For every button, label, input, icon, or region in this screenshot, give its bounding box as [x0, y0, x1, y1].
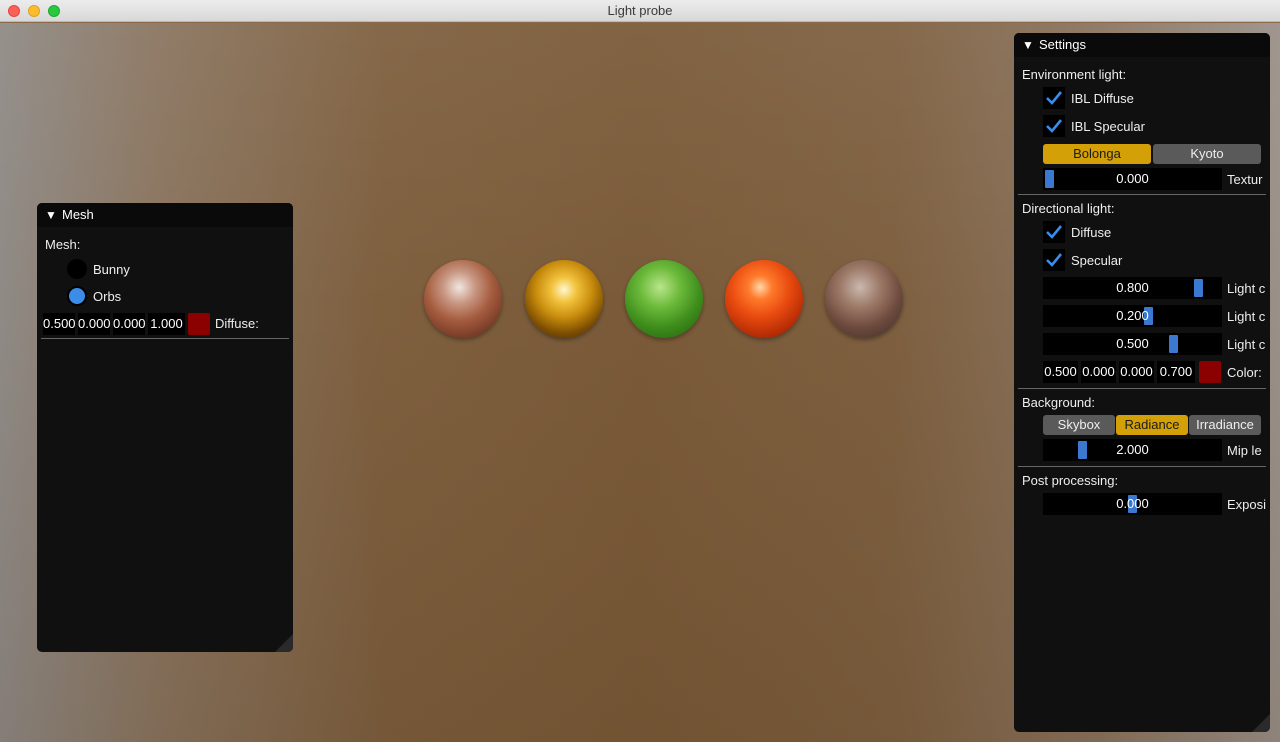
checkmark-icon: [1046, 91, 1063, 105]
orb-grass: [625, 260, 703, 338]
dir-diffuse-checkbox[interactable]: [1043, 221, 1065, 243]
radio-bunny[interactable]: [67, 259, 87, 279]
background-label: Background:: [1022, 395, 1095, 410]
light-slider-3[interactable]: 0.500: [1043, 333, 1222, 355]
app-window: Light probe ▼ Mesh Mesh: Bunny Orbs 0.50…: [0, 0, 1280, 742]
bg-radiance-button[interactable]: Radiance: [1116, 415, 1188, 435]
env-map-bolonga-button[interactable]: Bolonga: [1043, 144, 1151, 164]
ibl-specular-checkbox[interactable]: [1043, 115, 1065, 137]
directional-light-label: Directional light:: [1022, 201, 1115, 216]
radio-bunny-label: Bunny: [93, 262, 130, 277]
exposure-slider[interactable]: 0.000: [1043, 493, 1222, 515]
env-map-kyoto-button[interactable]: Kyoto: [1153, 144, 1261, 164]
diffuse-label: Diffuse:: [215, 316, 259, 331]
light-slider-3-label: Light c: [1227, 337, 1266, 352]
orb-bricks: [825, 260, 903, 338]
diffuse-a-field[interactable]: 1.000: [148, 313, 185, 335]
divider: [1018, 466, 1266, 467]
triangle-down-icon[interactable]: ▼: [45, 203, 57, 227]
environment-light-label: Environment light:: [1022, 67, 1127, 82]
light-slider-1-label: Light c: [1227, 281, 1266, 296]
dir-specular-checkbox[interactable]: [1043, 249, 1065, 271]
exposure-slider-value: 0.000: [1116, 496, 1149, 511]
resize-grip[interactable]: [1252, 714, 1270, 732]
diffuse-r-field[interactable]: 0.500: [43, 313, 75, 335]
resize-grip[interactable]: [275, 634, 293, 652]
radio-orbs[interactable]: [67, 286, 87, 306]
texture-slider-label: Textur: [1227, 172, 1263, 187]
light-slider-2[interactable]: 0.200: [1043, 305, 1222, 327]
color-b-field[interactable]: 0.000: [1119, 361, 1154, 383]
bg-irradiance-button[interactable]: Irradiance: [1189, 415, 1261, 435]
orb-copper: [424, 260, 502, 338]
triangle-down-icon[interactable]: ▼: [1022, 33, 1034, 57]
dir-specular-label: Specular: [1071, 253, 1123, 268]
mip-level-slider-label: Mip le: [1227, 443, 1262, 458]
bg-skybox-button[interactable]: Skybox: [1043, 415, 1115, 435]
ibl-diffuse-checkbox[interactable]: [1043, 87, 1065, 109]
orb-plastic: [725, 260, 803, 338]
ibl-specular-label: IBL Specular: [1071, 119, 1145, 134]
mesh-label: Mesh:: [45, 237, 81, 252]
exposure-slider-label: Exposi: [1227, 497, 1267, 512]
texture-slider[interactable]: 0.000: [1043, 168, 1222, 190]
color-r-field[interactable]: 0.500: [1043, 361, 1078, 383]
ibl-diffuse-label: IBL Diffuse: [1071, 91, 1134, 106]
light-slider-2-label: Light c: [1227, 309, 1266, 324]
checkmark-icon: [1046, 119, 1063, 133]
maximize-window-button[interactable]: [48, 5, 60, 17]
render-viewport[interactable]: ▼ Mesh Mesh: Bunny Orbs 0.500 0.000 0.00…: [0, 23, 1280, 742]
settings-panel-title: Settings: [1039, 37, 1086, 52]
mip-level-slider-value: 2.000: [1116, 442, 1149, 457]
divider: [1018, 194, 1266, 195]
light-slider-2-value: 0.200: [1116, 308, 1149, 323]
window-title: Light probe: [607, 3, 673, 18]
post-processing-label: Post processing:: [1022, 473, 1119, 488]
light-color-swatch[interactable]: [1199, 361, 1221, 383]
mesh-panel-title: Mesh: [62, 207, 94, 222]
texture-slider-value: 0.000: [1116, 171, 1149, 186]
light-slider-1[interactable]: 0.800: [1043, 277, 1222, 299]
radio-orbs-label: Orbs: [93, 289, 122, 304]
color-label: Color:: [1227, 365, 1262, 380]
mesh-panel-header[interactable]: ▼ Mesh: [37, 203, 293, 227]
color-a-field[interactable]: 0.700: [1157, 361, 1195, 383]
diffuse-b-field[interactable]: 0.000: [113, 313, 145, 335]
mip-level-slider[interactable]: 2.000: [1043, 439, 1222, 461]
checkmark-icon: [1046, 253, 1063, 267]
settings-panel-header[interactable]: ▼ Settings: [1014, 33, 1270, 57]
diffuse-g-field[interactable]: 0.000: [78, 313, 110, 335]
minimize-window-button[interactable]: [28, 5, 40, 17]
checkmark-icon: [1046, 225, 1063, 239]
mesh-panel: ▼ Mesh Mesh: Bunny Orbs 0.500 0.000 0.00…: [37, 203, 293, 652]
light-slider-3-value: 0.500: [1116, 336, 1149, 351]
dir-diffuse-label: Diffuse: [1071, 225, 1112, 240]
divider: [41, 338, 289, 339]
divider: [1018, 388, 1266, 389]
title-bar: Light probe: [0, 0, 1280, 22]
close-window-button[interactable]: [8, 5, 20, 17]
orb-gold: [525, 260, 603, 338]
settings-panel: ▼ Settings Environment light: IBL Diffus…: [1014, 33, 1270, 732]
color-g-field[interactable]: 0.000: [1081, 361, 1116, 383]
diffuse-color-swatch[interactable]: [188, 313, 210, 335]
light-slider-1-value: 0.800: [1116, 280, 1149, 295]
